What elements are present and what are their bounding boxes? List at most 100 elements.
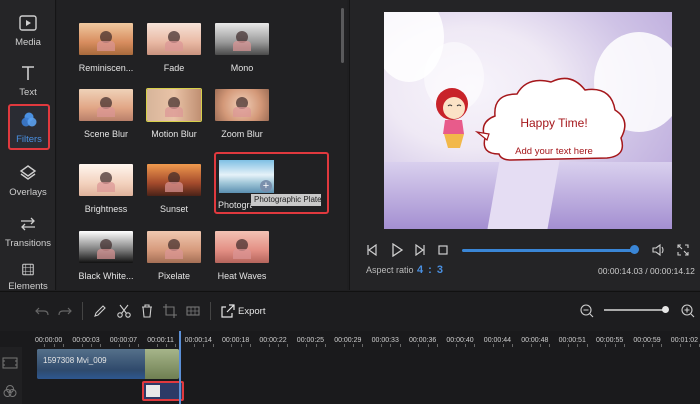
- filter-thumb[interactable]: [146, 88, 202, 122]
- sidebar-item-text[interactable]: Text: [0, 55, 56, 105]
- minor-tick: [287, 344, 289, 347]
- minor-tick: [474, 344, 476, 347]
- filters-icon: [21, 112, 37, 126]
- minor-tick: [137, 344, 139, 347]
- volume-icon[interactable]: [651, 243, 665, 257]
- redo-icon[interactable]: [57, 303, 73, 319]
- filter-thumb[interactable]: [147, 164, 201, 196]
- sidebar-item-label: Filters: [16, 133, 42, 145]
- toolbar-divider: [82, 302, 83, 320]
- trash-icon[interactable]: [139, 303, 155, 319]
- filter-track-icon: [3, 385, 17, 397]
- filter-item[interactable]: Heat Waves: [195, 231, 285, 291]
- minor-tick: [81, 344, 83, 347]
- add-filter-icon[interactable]: +: [260, 180, 272, 192]
- play-icon[interactable]: [390, 243, 404, 257]
- export-button[interactable]: Export: [238, 306, 265, 317]
- minor-tick: [362, 344, 364, 347]
- thumb-figure: [165, 249, 183, 259]
- filter-label: Heat Waves: [217, 271, 267, 281]
- mosaic-icon[interactable]: [185, 303, 201, 319]
- filter-item[interactable]: Sunset: [127, 164, 217, 224]
- export-icon[interactable]: [220, 303, 236, 319]
- sidebar-item-media[interactable]: Media: [0, 5, 56, 55]
- filter-thumb[interactable]: [215, 231, 269, 263]
- filter-thumb[interactable]: [79, 164, 133, 196]
- minor-tick: [586, 344, 588, 347]
- minor-tick: [502, 344, 504, 347]
- filter-item[interactable]: Mono: [195, 23, 285, 83]
- scissors-icon[interactable]: [116, 303, 132, 319]
- zoom-slider-knob[interactable]: [662, 306, 669, 313]
- minor-tick: [100, 344, 102, 347]
- minor-tick: [165, 344, 167, 347]
- tick-label: 00:00:22: [259, 337, 287, 344]
- minor-tick: [175, 344, 177, 347]
- minor-tick: [511, 344, 513, 347]
- filter-item[interactable]: Zoom Blur: [195, 89, 285, 149]
- filter-thumb[interactable]: [79, 231, 133, 263]
- undo-icon[interactable]: [34, 303, 50, 319]
- tick-label: 00:00:40: [446, 337, 474, 344]
- zoom-in-icon[interactable]: [680, 303, 696, 319]
- minor-tick: [128, 344, 130, 347]
- zoom-slider-track[interactable]: [604, 309, 668, 311]
- minor-tick: [63, 344, 65, 347]
- minor-tick: [642, 344, 644, 347]
- tick-label: 00:00:07: [109, 337, 138, 344]
- minor-tick: [493, 344, 495, 347]
- filter-thumb[interactable]: [147, 23, 201, 55]
- thumb-figure: [165, 107, 183, 117]
- stop-icon[interactable]: [438, 245, 448, 255]
- filter-thumb[interactable]: [215, 89, 269, 121]
- filter-thumb[interactable]: [79, 89, 133, 121]
- sidebar-item-filters[interactable]: Filters: [8, 104, 50, 150]
- filter-thumb-photographic-plate[interactable]: +: [219, 160, 274, 193]
- filter-clip-thumb: [146, 385, 160, 397]
- filter-clip[interactable]: [142, 381, 184, 401]
- playback-timecode: 00:00:14.03 / 00:00:14.12: [598, 266, 695, 276]
- minor-tick: [577, 344, 579, 347]
- minor-tick: [390, 344, 392, 347]
- playback-progress-bar[interactable]: [462, 249, 637, 252]
- minor-tick: [268, 344, 270, 347]
- sidebar-item-label: Transitions: [4, 237, 52, 249]
- minor-tick: [156, 344, 158, 347]
- minor-tick: [539, 344, 541, 347]
- clip-label: 1597308 Mvi_009: [43, 356, 107, 365]
- playhead[interactable]: [179, 331, 181, 404]
- crop-icon[interactable]: [162, 303, 178, 319]
- tick-label: 00:01:02: [670, 337, 699, 344]
- minor-tick: [399, 344, 401, 347]
- minor-tick: [193, 344, 195, 347]
- minor-tick: [380, 344, 382, 347]
- thumb-figure: [97, 182, 115, 192]
- cloud-caption-bubble[interactable]: [474, 76, 627, 168]
- tick-label: 00:00:11: [147, 337, 174, 344]
- sidebar-item-label: Overlays: [9, 186, 47, 198]
- step-forward-icon[interactable]: [414, 244, 426, 256]
- filter-thumb[interactable]: [215, 23, 269, 55]
- filters-scrollbar[interactable]: [341, 8, 344, 63]
- sidebar-item-elements[interactable]: Elements: [0, 256, 56, 292]
- pencil-icon[interactable]: [92, 303, 108, 319]
- aspect-ratio-value[interactable]: 4 : 3: [417, 264, 444, 276]
- filter-label: Sunset: [159, 204, 189, 214]
- minor-tick: [250, 344, 252, 347]
- cartoon-girl-sticker[interactable]: [430, 82, 480, 162]
- tick-label: 00:00:55: [596, 337, 624, 344]
- filter-thumb[interactable]: [147, 231, 201, 263]
- zoom-out-icon[interactable]: [579, 303, 595, 319]
- sidebar-item-transitions[interactable]: Transitions: [0, 206, 56, 256]
- filter-thumb[interactable]: [79, 23, 133, 55]
- minor-tick: [306, 344, 308, 347]
- fullscreen-icon[interactable]: [677, 244, 689, 256]
- thumb-figure: [233, 249, 251, 259]
- minor-tick: [465, 344, 467, 347]
- thumb-figure: [97, 249, 115, 259]
- sidebar-item-overlays[interactable]: Overlays: [0, 155, 56, 205]
- playback-progress-knob[interactable]: [630, 245, 639, 254]
- minor-tick: [119, 344, 121, 347]
- step-back-icon[interactable]: [366, 244, 378, 256]
- minor-tick: [91, 344, 93, 347]
